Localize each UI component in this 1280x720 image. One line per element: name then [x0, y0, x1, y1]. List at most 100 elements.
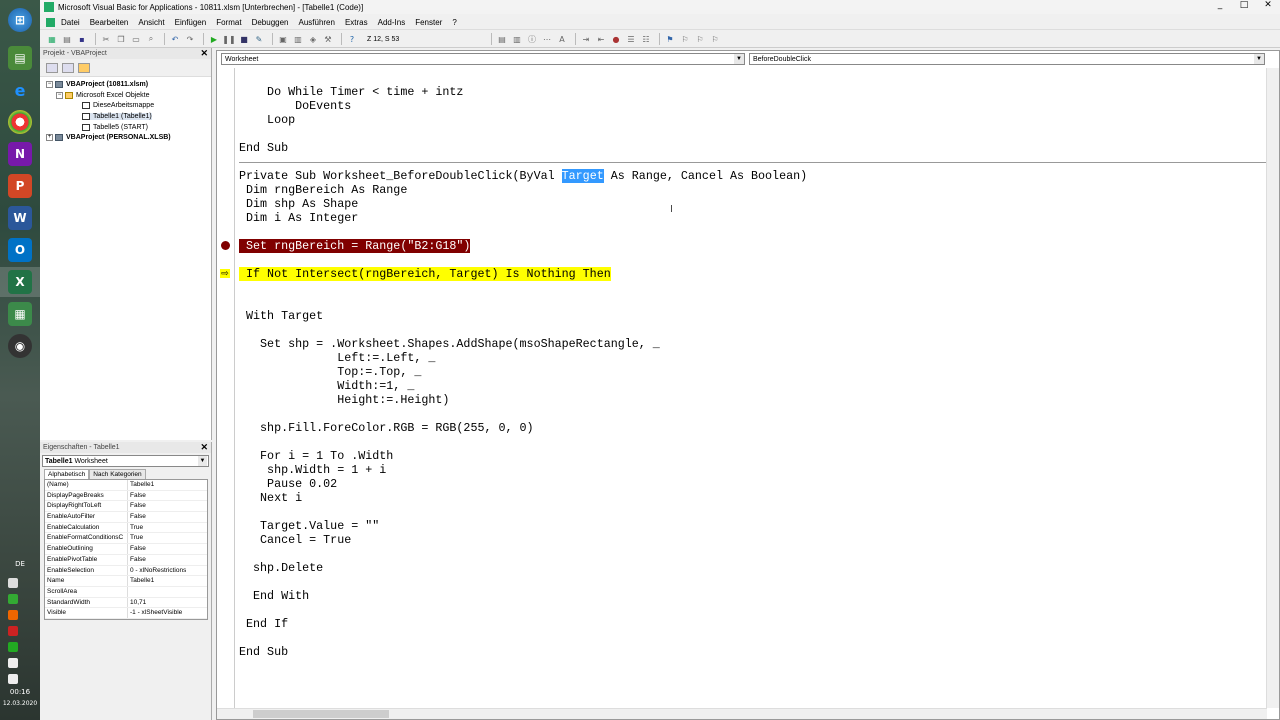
minimize-button[interactable]: _: [1208, 0, 1232, 10]
tray-app-icon[interactable]: [8, 642, 18, 652]
code-line[interactable]: End Sub: [239, 141, 288, 155]
property-value[interactable]: False: [128, 544, 146, 554]
property-value[interactable]: Tabelle1: [128, 480, 154, 490]
toolbox-icon[interactable]: ⚒: [322, 33, 334, 45]
comment-block-icon[interactable]: ☰: [625, 33, 637, 45]
prev-bookmark-icon[interactable]: ⚐: [694, 33, 706, 45]
tab-categories[interactable]: Nach Kategorien: [89, 469, 146, 479]
code-line[interactable]: End If: [239, 617, 288, 631]
tree-item-sheet-tabelle1[interactable]: Tabelle1 (Tabelle1): [82, 113, 152, 120]
property-row[interactable]: Name Tabelle1: [45, 576, 207, 587]
tree-item-folder[interactable]: − Microsoft Excel Objekte: [56, 92, 150, 99]
close-icon[interactable]: ✕: [200, 48, 208, 59]
network-icon[interactable]: [8, 674, 18, 684]
properties-window-icon[interactable]: ▥: [292, 33, 304, 45]
object-browser-icon[interactable]: ◈: [307, 33, 319, 45]
code-line[interactable]: If Not Intersect(rngBereich, Target) Is …: [239, 267, 611, 281]
property-row[interactable]: EnableOutlining False: [45, 544, 207, 555]
tree-item-project-personal[interactable]: + VBAProject (PERSONAL.XLSB): [46, 134, 171, 141]
outlook-icon[interactable]: O: [8, 238, 32, 262]
tray-filezilla-icon[interactable]: [8, 626, 18, 636]
quick-info-icon[interactable]: ⓘ: [526, 33, 538, 45]
chevron-down-icon[interactable]: ▼: [1254, 54, 1264, 64]
code-line[interactable]: End Sub: [239, 645, 288, 659]
chrome-icon[interactable]: [8, 110, 32, 134]
vertical-scrollbar[interactable]: [1266, 68, 1279, 708]
tray-app-icon[interactable]: [8, 594, 18, 604]
run-icon[interactable]: ▶: [208, 33, 220, 45]
code-line[interactable]: Dim i As Integer: [239, 211, 358, 225]
execution-point-arrow-icon[interactable]: ⇨: [220, 269, 230, 278]
outdent-icon[interactable]: ⇤: [595, 33, 607, 45]
volume-icon[interactable]: [8, 658, 18, 668]
menu-fenster[interactable]: Fenster: [415, 18, 442, 27]
code-line[interactable]: Dim shp As Shape: [239, 197, 358, 211]
project-explorer-icon[interactable]: ▣: [277, 33, 289, 45]
code-line[interactable]: Set shp = .Worksheet.Shapes.AddShape(mso…: [239, 337, 660, 351]
design-mode-icon[interactable]: ✎: [253, 33, 265, 45]
tree-item-workbook[interactable]: DieseArbeitsmappe: [82, 102, 154, 109]
code-line[interactable]: shp.Fill.ForeColor.RGB = RGB(255, 0, 0): [239, 421, 534, 435]
object-combo[interactable]: Worksheet ▼: [221, 53, 745, 65]
code-line[interactable]: Set rngBereich = Range("B2:G18"): [239, 239, 471, 253]
tray-chevron-icon[interactable]: [8, 578, 18, 588]
procedure-combo[interactable]: BeforeDoubleClick ▼: [749, 53, 1265, 65]
tray-date[interactable]: 12.03.2020: [0, 700, 40, 707]
code-line[interactable]: Left:=.Left, _: [239, 351, 435, 365]
chevron-down-icon[interactable]: ▼: [198, 456, 207, 466]
property-row[interactable]: ScrollArea: [45, 586, 207, 598]
horizontal-scrollbar[interactable]: [217, 708, 1267, 719]
excel-menu-icon[interactable]: [46, 17, 55, 27]
menu-datei[interactable]: Datei: [61, 18, 80, 27]
word-icon[interactable]: W: [8, 206, 32, 230]
parameter-info-icon[interactable]: ⋯: [541, 33, 553, 45]
code-line[interactable]: Private Sub Worksheet_BeforeDoubleClick(…: [239, 169, 807, 183]
copy-icon[interactable]: ❐: [115, 33, 127, 45]
selected-text[interactable]: Target: [561, 169, 604, 183]
menu-einfuegen[interactable]: Einfügen: [175, 18, 207, 27]
property-row[interactable]: EnableAutoFilter False: [45, 512, 207, 523]
scroll-thumb[interactable]: [253, 710, 389, 718]
property-value[interactable]: True: [128, 533, 143, 543]
undo-icon[interactable]: ↶: [169, 33, 181, 45]
property-row[interactable]: DisplayPageBreaks False: [45, 490, 207, 502]
code-line[interactable]: Pause 0.02: [239, 477, 337, 491]
cut-icon[interactable]: ✂: [100, 33, 112, 45]
paste-icon[interactable]: ▭: [130, 33, 142, 45]
code-line[interactable]: shp.Width = 1 + i: [239, 463, 386, 477]
tray-app-icon[interactable]: [8, 610, 18, 620]
property-value[interactable]: Tabelle1: [128, 576, 154, 586]
list-properties-icon[interactable]: ▤: [496, 33, 508, 45]
code-line[interactable]: Top:=.Top, _: [239, 365, 421, 379]
view-excel-icon[interactable]: ▦: [46, 33, 58, 45]
menu-help[interactable]: ?: [452, 18, 456, 27]
file-explorer-icon[interactable]: ▤: [8, 46, 32, 70]
property-row[interactable]: DisplayRightToLeft False: [45, 501, 207, 513]
code-line[interactable]: shp.Delete: [239, 561, 323, 575]
insert-module-icon[interactable]: ▤: [61, 33, 73, 45]
code-line[interactable]: For i = 1 To .Width: [239, 449, 393, 463]
code-line[interactable]: DoEvents: [239, 99, 351, 113]
vba-icon[interactable]: ▦: [8, 302, 32, 326]
menu-ansicht[interactable]: Ansicht: [138, 18, 164, 27]
uncomment-block-icon[interactable]: ☷: [640, 33, 652, 45]
property-row[interactable]: Visible -1 - xlSheetVisible: [45, 608, 207, 619]
property-value[interactable]: False: [128, 491, 146, 501]
bookmark-icon[interactable]: ⚑: [664, 33, 676, 45]
powerpoint-icon[interactable]: P: [8, 174, 32, 198]
next-bookmark-icon[interactable]: ⚐: [679, 33, 691, 45]
close-icon[interactable]: ✕: [200, 442, 208, 453]
help-icon[interactable]: ?: [346, 33, 358, 45]
menu-extras[interactable]: Extras: [345, 18, 368, 27]
view-object-icon[interactable]: [62, 62, 74, 73]
property-row[interactable]: (Name) Tabelle1: [45, 480, 207, 491]
indent-icon[interactable]: ⇥: [580, 33, 592, 45]
property-value[interactable]: False: [128, 512, 146, 522]
property-row[interactable]: EnableFormatConditionsC True: [45, 533, 207, 545]
view-code-icon[interactable]: [46, 62, 58, 73]
find-icon[interactable]: ⌕: [145, 33, 157, 45]
code-line[interactable]: Loop: [239, 113, 295, 127]
menu-debuggen[interactable]: Debuggen: [252, 18, 289, 27]
list-constants-icon[interactable]: ▥: [511, 33, 523, 45]
start-icon[interactable]: ⊞: [8, 8, 32, 32]
